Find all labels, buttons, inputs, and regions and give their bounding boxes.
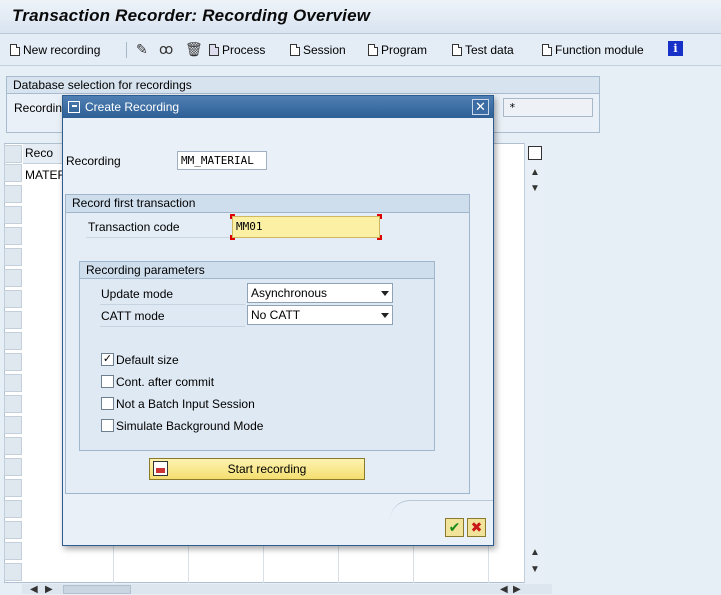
- document-icon: [542, 44, 552, 56]
- program-label: Program: [381, 43, 428, 57]
- default-size-checkbox[interactable]: ✓: [101, 353, 114, 366]
- catt-mode-value: No CATT: [251, 308, 301, 322]
- scroll-down-icon[interactable]: ▼: [530, 183, 540, 194]
- chevron-down-icon: [381, 291, 389, 296]
- row-header[interactable]: [4, 227, 22, 245]
- new-recording-label: New recording: [23, 43, 101, 57]
- row-header[interactable]: [4, 521, 22, 539]
- toolbar: New recording ✎ ꝏ 🗑 Process Session Prog…: [0, 34, 721, 66]
- chevron-down-icon: [381, 313, 389, 318]
- row-header[interactable]: [4, 479, 22, 497]
- simulate-background-label: Simulate Background Mode: [116, 419, 264, 433]
- row-header[interactable]: [4, 332, 22, 350]
- simulate-background-checkbox[interactable]: [101, 419, 114, 432]
- column-settings-icon[interactable]: [528, 146, 542, 160]
- cont-after-commit-label: Cont. after commit: [116, 375, 215, 389]
- scroll-right-icon[interactable]: ▶: [513, 584, 521, 595]
- row-header[interactable]: [4, 437, 22, 455]
- scroll-up-icon[interactable]: ▲: [530, 167, 540, 178]
- process-button[interactable]: Process: [209, 42, 265, 58]
- row-header[interactable]: [4, 290, 22, 308]
- row-header[interactable]: [4, 416, 22, 434]
- row-header[interactable]: [4, 563, 22, 581]
- cancel-button[interactable]: ✖: [467, 518, 486, 537]
- record-first-transaction-header: Record first transaction: [66, 195, 469, 213]
- page-title: Transaction Recorder: Recording Overview: [12, 6, 371, 25]
- dialog-close-button[interactable]: ✕: [472, 99, 489, 115]
- row-header[interactable]: [4, 353, 22, 371]
- grid-vertical-scrollbar[interactable]: ▲ ▼ ▲ ▼: [524, 143, 545, 583]
- test-data-button[interactable]: Test data: [452, 42, 514, 58]
- row-header[interactable]: [4, 542, 22, 560]
- row-header[interactable]: [4, 458, 22, 476]
- catt-mode-select[interactable]: No CATT: [247, 305, 393, 325]
- transaction-code-field[interactable]: MM01: [232, 216, 380, 238]
- recording-selection-label: Recordin: [14, 101, 63, 115]
- function-module-button[interactable]: Function module: [542, 42, 644, 58]
- row-header[interactable]: [4, 395, 22, 413]
- grid-cell[interactable]: MATER: [25, 168, 66, 182]
- focus-corner: [377, 235, 382, 240]
- row-header[interactable]: [4, 206, 22, 224]
- row-header[interactable]: [4, 164, 22, 182]
- document-icon: [452, 44, 462, 56]
- scroll-up-icon[interactable]: ▲: [530, 547, 540, 558]
- field-underline: [100, 304, 245, 305]
- cont-after-commit-checkbox[interactable]: [101, 375, 114, 388]
- recording-label: Recording: [66, 154, 121, 168]
- scroll-left-icon[interactable]: ◀: [500, 584, 508, 595]
- grid-column-header[interactable]: Reco: [23, 144, 63, 164]
- recording-selection-input[interactable]: *: [503, 98, 593, 117]
- info-icon[interactable]: i: [668, 41, 683, 56]
- test-data-label: Test data: [465, 43, 514, 57]
- session-button[interactable]: Session: [290, 42, 346, 58]
- row-header[interactable]: [4, 185, 22, 203]
- dialog-title: Create Recording: [63, 96, 493, 118]
- row-header[interactable]: [4, 269, 22, 287]
- toolbar-separator: [126, 42, 127, 58]
- recording-field[interactable]: MM_MATERIAL: [177, 151, 267, 170]
- update-mode-label: Update mode: [101, 287, 174, 301]
- row-header[interactable]: [4, 374, 22, 392]
- title-bar: Transaction Recorder: Recording Overview: [0, 0, 721, 34]
- update-mode-value: Asynchronous: [251, 286, 328, 300]
- row-header[interactable]: [4, 248, 22, 266]
- trash-icon[interactable]: 🗑: [185, 41, 203, 58]
- scroll-left-icon[interactable]: ◀: [30, 584, 38, 595]
- catt-mode-label: CATT mode: [101, 309, 165, 323]
- new-recording-button[interactable]: New recording: [10, 42, 100, 58]
- dialog-footer-decoration: [390, 500, 493, 520]
- focus-corner: [377, 214, 382, 219]
- row-header[interactable]: [4, 500, 22, 518]
- not-batch-input-label: Not a Batch Input Session: [116, 397, 255, 411]
- recording-parameters-header: Recording parameters: [80, 262, 434, 279]
- pencil-icon[interactable]: ✎: [136, 41, 148, 58]
- scroll-down-icon[interactable]: ▼: [530, 564, 540, 575]
- process-icon: [209, 44, 219, 56]
- focus-corner: [230, 235, 235, 240]
- program-button[interactable]: Program: [368, 42, 427, 58]
- glasses-icon[interactable]: ꝏ: [159, 41, 173, 58]
- confirm-button[interactable]: ✔: [445, 518, 464, 537]
- dialog-window-icon: [68, 101, 80, 113]
- update-mode-select[interactable]: Asynchronous: [247, 283, 393, 303]
- session-label: Session: [303, 43, 346, 57]
- row-header[interactable]: [4, 145, 22, 163]
- process-label: Process: [222, 43, 266, 57]
- database-selection-header: Database selection for recordings: [7, 77, 599, 94]
- field-underline: [100, 326, 245, 327]
- function-module-label: Function module: [555, 43, 644, 57]
- horizontal-scroll-thumb[interactable]: [63, 585, 131, 594]
- document-icon: [10, 44, 20, 56]
- default-size-label: Default size: [116, 353, 179, 367]
- scroll-right-icon[interactable]: ▶: [45, 584, 53, 595]
- document-icon: [368, 44, 378, 56]
- row-header[interactable]: [4, 311, 22, 329]
- document-icon: [290, 44, 300, 56]
- not-batch-input-checkbox[interactable]: [101, 397, 114, 410]
- focus-corner: [230, 214, 235, 219]
- transaction-code-label: Transaction code: [88, 220, 180, 234]
- start-recording-label: Start recording: [227, 462, 307, 476]
